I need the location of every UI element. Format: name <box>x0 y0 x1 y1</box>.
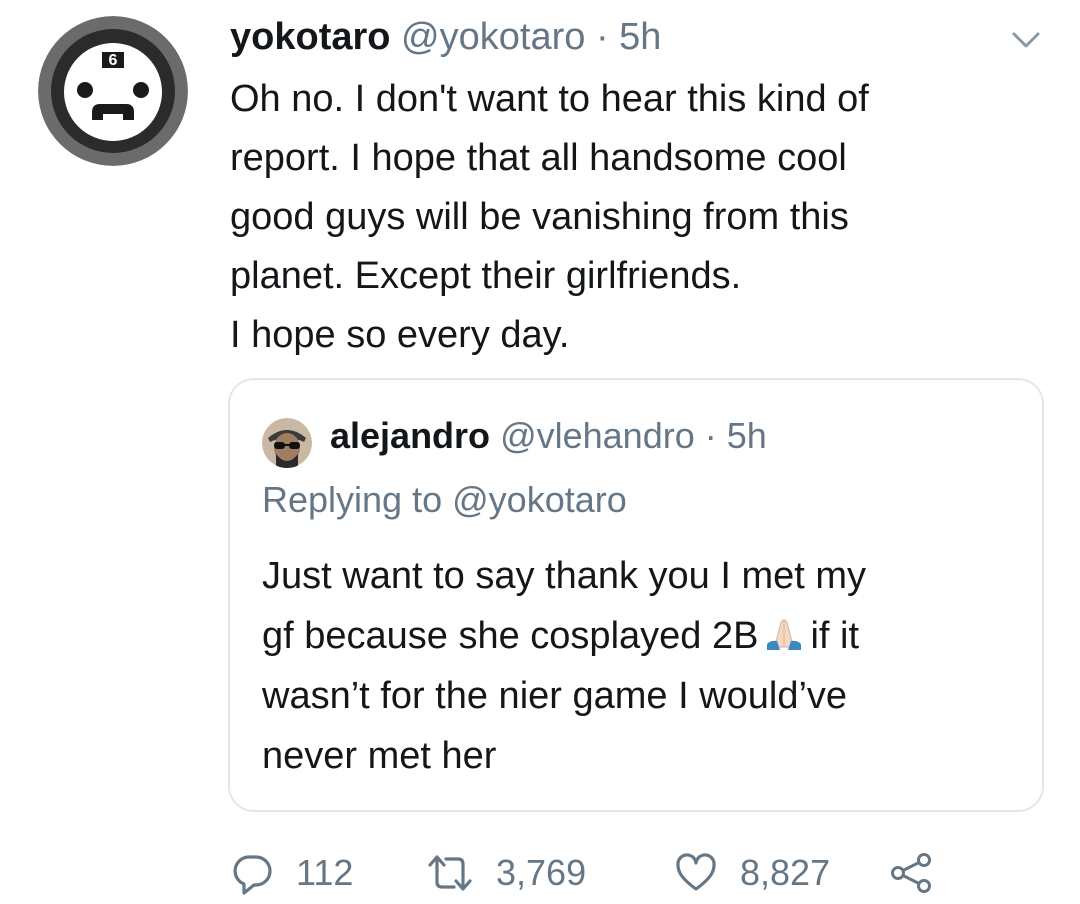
quote-text-line: gf because she cosplayed 2B if it <box>262 606 1022 666</box>
reply-count: 112 <box>296 852 354 893</box>
quote-author-handle[interactable]: @vlehandro <box>500 415 695 456</box>
reply-bubble-icon <box>233 855 272 895</box>
quote-text-line: Just want to say thank you I met my <box>262 555 867 597</box>
quote-text-fragment: if it <box>810 615 860 657</box>
separator-dot: · <box>704 415 717 456</box>
quote-header: alejandro @vlehandro · 5h <box>330 414 767 458</box>
like-button[interactable]: 8,827 <box>674 848 830 898</box>
tweet-timestamp[interactable]: 5h <box>619 16 661 58</box>
share-icon <box>891 853 931 893</box>
retweet-button[interactable]: 3,769 <box>426 848 586 898</box>
quote-avatar[interactable] <box>262 418 312 468</box>
quote-text-line: never met her <box>262 735 497 777</box>
replying-to: Replying to @yokotaro <box>262 478 627 522</box>
reply-button[interactable]: 112 <box>230 848 353 898</box>
author-name[interactable]: yokotaro <box>230 16 390 58</box>
author-handle[interactable]: @yokotaro <box>401 16 585 58</box>
folded-hands-emoji-icon <box>767 619 802 650</box>
quote-author-name[interactable]: alejandro <box>330 415 490 456</box>
share-button[interactable] <box>888 848 934 898</box>
tweet-text-line: report. I hope that all handsome cool <box>230 137 847 179</box>
tweet-header: yokotaro @yokotaro · 5h <box>230 14 661 60</box>
quote-text-line: wasn’t for the nier game I would’ve <box>262 675 848 717</box>
retweet-icon <box>428 855 472 891</box>
action-bar: 112 3,769 8,827 <box>230 848 990 898</box>
tweet-text: Oh no. I don't want to hear this kind of… <box>230 70 1020 365</box>
replying-to-mention[interactable]: @yokotaro <box>452 479 627 520</box>
replying-to-label: Replying to <box>262 479 443 520</box>
quote-text: Just want to say thank you I met my gf b… <box>262 546 1022 786</box>
tweet-text-line: Oh no. I don't want to hear this kind of <box>230 78 869 120</box>
quoted-tweet[interactable]: alejandro @vlehandro · 5h Replying to @y… <box>228 378 1044 812</box>
retweet-count: 3,769 <box>496 852 587 893</box>
tweet-card: 6 yokotaro @yokotaro · 5h Oh no. I don't… <box>0 0 1080 904</box>
heart-icon <box>676 853 716 891</box>
tweet-text-line: planet. Except their girlfriends. <box>230 255 742 297</box>
chevron-down-icon[interactable] <box>1008 26 1044 54</box>
tweet-text-line: good guys will be vanishing from this <box>230 196 849 238</box>
avatar-badge: 6 <box>109 52 118 69</box>
quote-text-fragment: gf because she cosplayed 2B <box>262 615 759 657</box>
like-count: 8,827 <box>740 852 831 893</box>
avatar[interactable]: 6 <box>38 16 188 166</box>
separator-dot: · <box>595 16 609 58</box>
tweet-text-line: I hope so every day. <box>230 314 570 356</box>
quote-timestamp[interactable]: 5h <box>727 415 767 456</box>
